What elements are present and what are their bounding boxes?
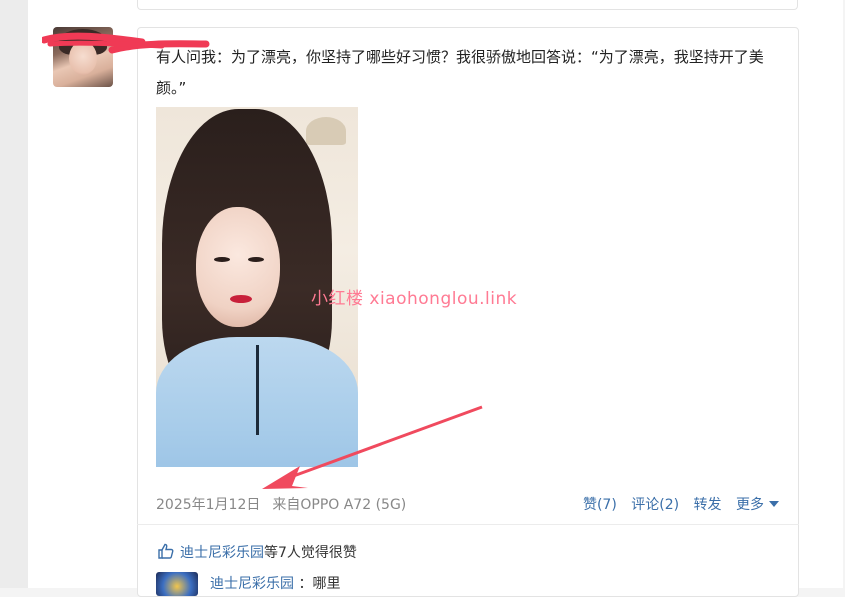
likes-count: 等7人 (264, 545, 301, 561)
divider (137, 524, 799, 525)
likes-summary: 迪士尼彩乐园等7人觉得很赞 (158, 542, 357, 562)
watermark-text: 小红楼 xiaohonglou.link (311, 289, 518, 309)
like-button[interactable]: 赞(7) (583, 497, 617, 513)
photo-lips (230, 295, 252, 303)
liker-link[interactable]: 迪士尼彩乐园 (180, 545, 264, 561)
photo-eye-right (248, 257, 264, 262)
post-meta: 2025年1月12日 来自OPPO A72 (5G) (156, 494, 406, 514)
likes-text: 觉得很赞 (300, 545, 357, 561)
post-source: 来自OPPO A72 (5G) (272, 497, 407, 513)
commenter-link[interactable]: 迪士尼彩乐园 (210, 576, 294, 592)
previous-post-card (137, 0, 798, 10)
comment-item: 迪士尼彩乐园 ：哪里 (156, 572, 340, 596)
post-actions: 赞(7) 评论(2) 转发 更多 (573, 494, 779, 514)
photo-eye-left (214, 257, 230, 262)
more-button[interactable]: 更多 (736, 497, 779, 513)
post-date[interactable]: 2025年1月12日 (156, 497, 260, 513)
forward-button[interactable]: 转发 (694, 497, 722, 513)
left-background (0, 0, 28, 588)
caret-down-icon (769, 501, 779, 507)
comment-text: ：哪里 (298, 576, 341, 592)
photo-face (196, 207, 280, 327)
thumbs-up-icon (158, 543, 174, 559)
comment-button[interactable]: 评论(2) (631, 497, 679, 513)
more-label: 更多 (736, 497, 764, 513)
commenter-avatar[interactable] (156, 572, 198, 596)
post-text: 有人问我：为了漂亮，你坚持了哪些好习惯？我很骄傲地回答说：“为了漂亮，我坚持开了… (156, 48, 764, 97)
photo-lamp (306, 117, 346, 145)
